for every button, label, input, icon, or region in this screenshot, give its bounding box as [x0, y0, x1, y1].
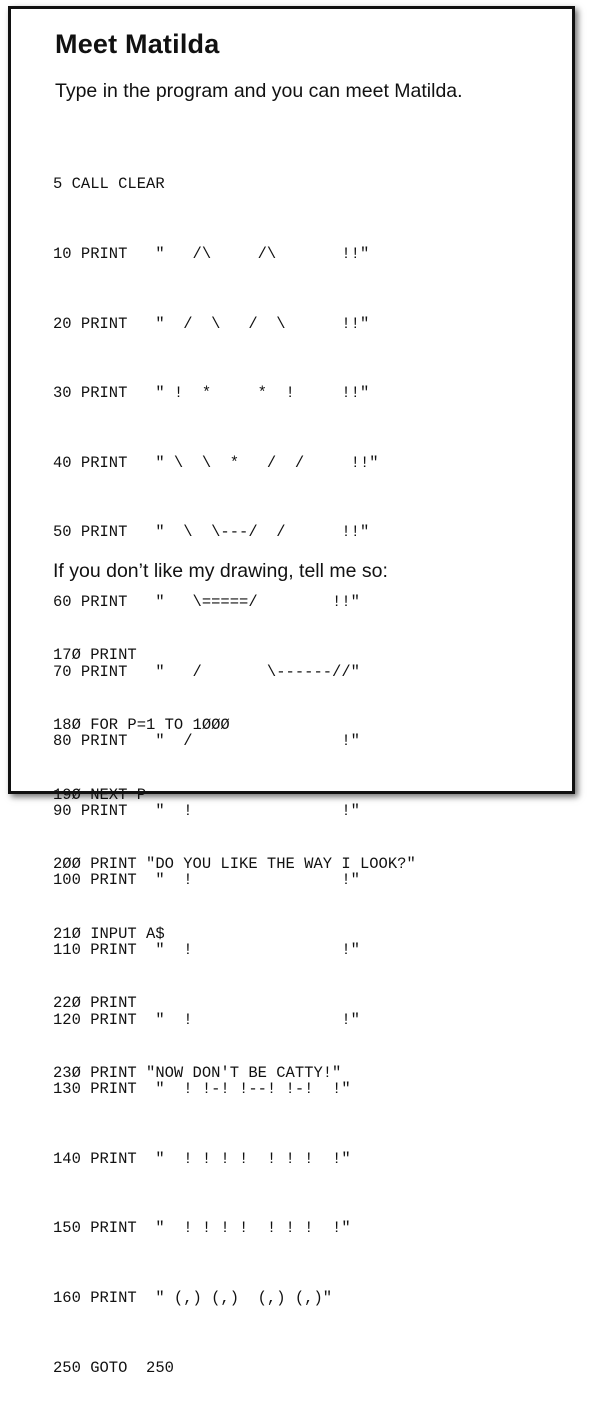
code-line: 21Ø INPUT A$: [53, 924, 165, 943]
page-title: Meet Matilda: [55, 29, 220, 59]
code-line: 250 GOTO 250: [53, 1358, 174, 1377]
code-line: 50 PRINT " \ \---/ / !!": [53, 523, 370, 542]
code-line: 140 PRINT " ! ! ! ! ! ! ! !": [53, 1149, 351, 1168]
code-line: 160 PRINT " (,) (,) (,) (,)": [53, 1288, 333, 1307]
code-line: 23Ø PRINT "NOW DON'T BE CATTY!": [53, 1063, 342, 1082]
code-line: 30 PRINT " ! * * ! !!": [53, 384, 370, 403]
code-line: 17Ø PRINT: [53, 646, 137, 665]
intro-text: Type in the program and you can meet Mat…: [55, 80, 463, 102]
code-line: 19Ø NEXT P: [53, 785, 147, 804]
code-line: 22Ø PRINT: [53, 994, 137, 1013]
code-line: 40 PRINT " \ \ * / / !!": [53, 453, 379, 472]
addon-listing: 17Ø PRINT 18Ø FOR P=1 TO 1ØØØ 19Ø NEXT P…: [53, 598, 416, 1132]
code-line: 10 PRINT " /\ /\ !!": [53, 245, 370, 263]
code-line: 5 CALL CLEAR: [53, 175, 165, 194]
code-line: 150 PRINT " ! ! ! ! ! ! ! !": [53, 1219, 351, 1238]
document-page: Meet Matilda Type in the program and you…: [8, 6, 575, 1377]
code-line: 2ØØ PRINT "DO YOU LIKE THE WAY I LOOK?": [53, 855, 416, 874]
middle-text: If you don’t like my drawing, tell me so…: [53, 560, 388, 582]
code-line: 18Ø FOR P=1 TO 1ØØØ: [53, 716, 230, 734]
code-line: 20 PRINT " / \ / \ !!": [53, 314, 370, 333]
